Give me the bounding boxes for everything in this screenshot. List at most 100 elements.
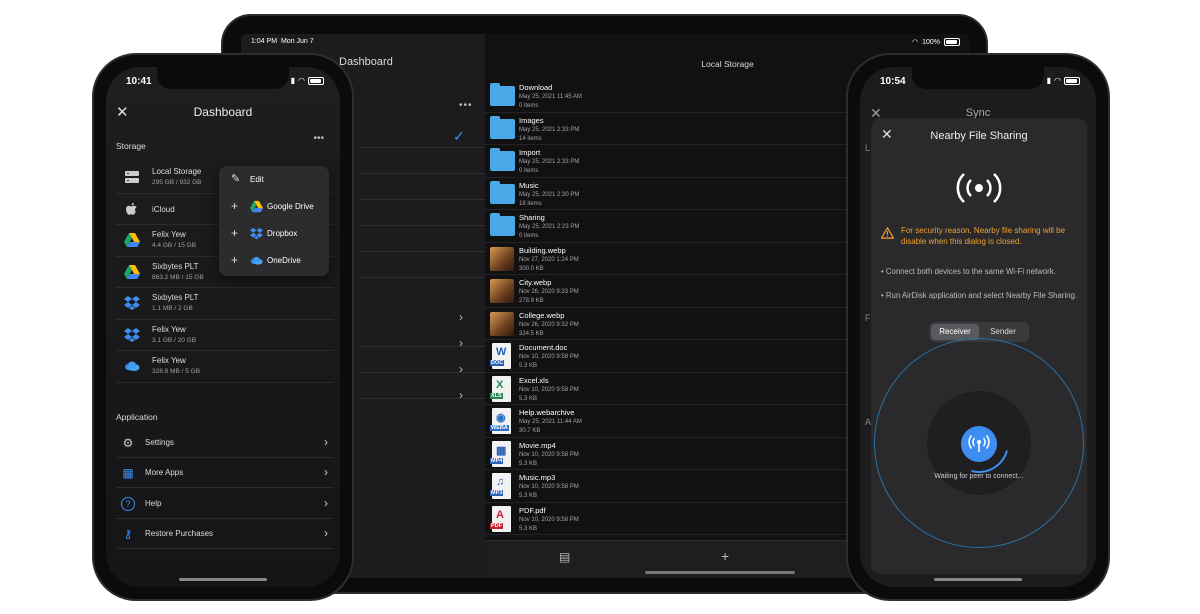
divider [361,173,485,174]
chevron-right-icon[interactable]: › [459,388,463,402]
nearby-sharing-sheet: ✕ Nearby File Sharing For security reaso… [871,118,1087,574]
file-type-tag: WEBA [490,425,509,431]
file-type-tag: PDF [490,522,503,529]
google-drive-icon [250,200,263,213]
file-type-glyph: ◉ [496,412,506,424]
file-date: May 25, 2021 2:33 PM [519,126,580,133]
file-info: 0 items [519,168,539,174]
storage-usage: 295 GB / 932 GB [152,179,202,186]
file-name: Music.mp3 [519,473,556,482]
file-name: Document.doc [519,343,568,352]
file-meta: Nov 27, 2020 1:24 PM 300.0 KB [519,256,579,274]
more-icon[interactable]: ••• [313,133,324,144]
dropbox-icon [124,327,140,343]
file-meta: Nov 10, 2020 9:58 PM 5.3 KB [519,451,579,469]
app-item-label: Help [145,498,162,508]
dropbox-icon [124,295,140,311]
plus-icon: + [231,253,239,267]
file-meta: Nov 10, 2020 9:58 PM 5.3 KB [519,516,579,534]
file-type-glyph: W [496,346,507,358]
file-date: Nov 26, 2020 9:33 PM [519,289,579,295]
file-date: May 25, 2021 2:23 PM [519,224,580,230]
apple-icon [124,201,140,217]
broadcast-button[interactable] [961,426,997,462]
app-item[interactable]: ? Help › [116,489,334,519]
chevron-right-icon[interactable]: › [459,336,463,350]
waiting-status: Waiting for peer to connect... [934,473,1024,480]
folder-icon [490,148,515,171]
storage-item[interactable]: Felix Yew 328.8 MB / 5 GB [116,351,334,383]
file-date: Nov 10, 2020 9:58 PM [519,484,579,490]
home-indicator [179,578,267,581]
file-name: Download [519,83,553,92]
storage-usage: 863.2 MB / 15 GB [152,273,204,281]
file-date: Nov 10, 2020 9:58 PM [519,386,579,393]
storage-usage: 3.1 GB / 20 GB [152,336,197,344]
broadcast-icon [956,173,1002,203]
file-meta: Nov 10, 2020 9:58 PM 5.3 KB [519,353,579,371]
document-icon: ◉ WEBA [490,408,511,434]
status-date: Mon Jun 7 [280,38,314,45]
file-date: May 25, 2021 2:33 PM [519,159,580,165]
signal-icon: ▮ [1046,76,1052,85]
file-date: Nov 10, 2020 9:58 PM [519,451,579,458]
file-date: Nov 26, 2020 9:32 PM [519,321,579,328]
battery-icon [308,76,324,85]
application-heading: Application [116,412,158,422]
ipad-more-icon[interactable]: ••• [459,100,473,111]
file-info: 0 items [519,233,539,239]
app-item-label: Restore Purchases [145,528,214,538]
divider [361,398,485,399]
app-item-label: More Apps [145,468,184,478]
document-icon: X XLS [490,375,511,402]
file-type-tag: MP3 [490,490,504,496]
divider [361,251,485,252]
gear-icon: ⚙ [122,436,134,450]
file-name: Sharing [519,213,545,222]
status-bar-left: 1:04 PM Mon Jun 7 [251,38,314,45]
divider [361,199,485,200]
list-view-icon[interactable]: ▤ [559,550,570,564]
file-meta: May 25, 2021 11:45 AM 0 items [519,93,582,111]
app-item[interactable]: ⚷ Restore Purchases › [116,519,334,549]
file-date: Nov 10, 2020 9:58 PM [519,354,579,360]
menu-item-dropbox[interactable]: + Dropbox [219,220,329,247]
storage-name: Felix Yew [152,324,186,334]
file-info: 5.3 KB [519,395,538,402]
instruction-text: • Run AirDisk application and select Nea… [881,291,1078,300]
server-icon [124,169,140,185]
onedrive-icon [250,256,263,265]
document-icon: A PDF [490,505,511,532]
antenna-icon [968,435,990,452]
file-info: 0 items [519,103,539,109]
help-icon: ? [121,496,135,511]
file-name: Excel.xls [519,375,549,385]
menu-item-edit[interactable]: ✎ Edit [219,166,329,193]
app-item[interactable]: ⚙ Settings › [116,428,334,458]
pencil-icon: ✎ [231,173,241,185]
chevron-right-icon[interactable]: › [459,310,463,324]
file-info: 30.7 KB [519,428,541,434]
document-icon: W DOC [490,343,511,369]
storage-name: Local Storage [152,167,202,176]
storage-item[interactable]: Felix Yew 3.1 GB / 20 GB [116,320,334,351]
file-meta: May 25, 2021 2:33 PM 14 items [519,126,579,144]
menu-item-label: OneDrive [267,256,301,265]
app-item[interactable]: ▦ More Apps › [116,458,334,489]
document-icon: ▦ MP4 [490,440,511,467]
image-thumbnail [490,279,514,303]
home-indicator [934,578,1022,581]
menu-item-google-drive[interactable]: + Google Drive [219,193,329,220]
storage-item[interactable]: Sixbytes PLT 1.1 MB / 2 GB [116,288,334,320]
battery-icon [944,38,960,46]
file-meta: Nov 10, 2020 9:58 PM 5.3 KB [519,386,579,404]
status-time: 10:41 [126,76,152,87]
chevron-right-icon[interactable]: › [459,362,463,376]
google-drive-icon [124,232,140,248]
file-info: 300.0 KB [519,265,544,272]
add-icon[interactable]: + [721,548,729,564]
menu-item-onedrive[interactable]: + OneDrive [219,247,329,274]
background-letter: L [865,143,871,153]
warning-text: For security reason, Nearby file sharing… [901,226,1066,246]
divider [361,147,485,148]
